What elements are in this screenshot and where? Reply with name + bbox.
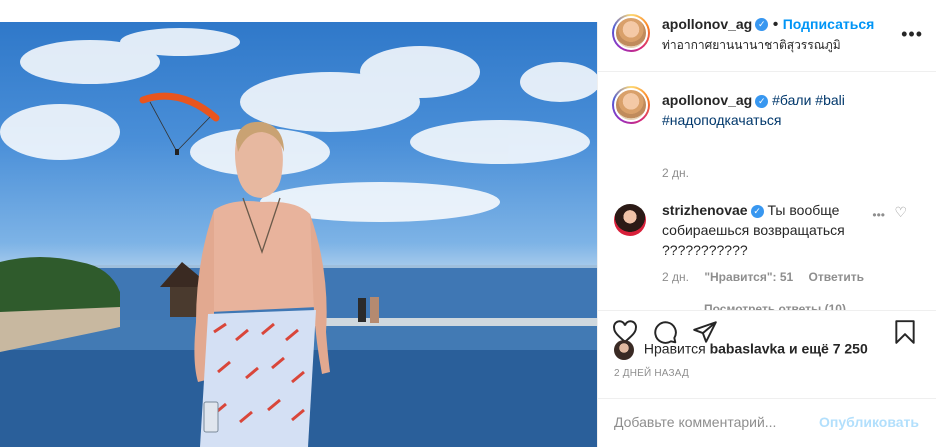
caption-username[interactable]: apollonov_ag bbox=[662, 92, 752, 108]
commenter-username[interactable]: strizhenovae bbox=[662, 202, 748, 218]
comments-section: apollonov_ag ✓ #бали #bali #надоподкачать… bbox=[598, 72, 936, 310]
header-dot-separator: • bbox=[772, 16, 783, 33]
more-options-icon[interactable]: ••• bbox=[901, 24, 923, 45]
comment-item: strizhenovae ✓ Ты вообще собираешься возв… bbox=[662, 200, 862, 260]
comment-meta: 2 дн. "Нравится": 51 Ответить bbox=[662, 270, 864, 284]
post-header: apollonov_ag ✓ • Подписаться ท่าอากาศยานน… bbox=[598, 14, 936, 72]
header-user-row: apollonov_ag ✓ • Подписаться bbox=[662, 16, 874, 34]
post-location[interactable]: ท่าอากาศยานนานาชาติสุวรรณภูมิ bbox=[662, 36, 841, 55]
instagram-post: apollonov_ag ✓ • Подписаться ท่าอากาศยานน… bbox=[0, 14, 936, 448]
post-photo[interactable] bbox=[0, 22, 597, 447]
hashtag-link[interactable]: #bali bbox=[815, 92, 845, 108]
hashtag-link[interactable]: #бали bbox=[772, 92, 811, 108]
comment-input[interactable]: Добавьте комментарий... bbox=[614, 414, 776, 430]
reply-button[interactable]: Ответить bbox=[809, 270, 864, 284]
likes-prefix: Нравится bbox=[643, 340, 706, 357]
photo-illustration bbox=[0, 28, 597, 447]
bookmark-icon[interactable] bbox=[892, 319, 918, 345]
liker-username[interactable]: babaslavka bbox=[710, 341, 786, 357]
verified-badge-icon: ✓ bbox=[755, 94, 769, 108]
comment-time[interactable]: 2 дн. bbox=[662, 270, 689, 284]
post-caption: apollonov_ag ✓ #бали #bali #надоподкачать… bbox=[662, 90, 922, 130]
commenter-avatar[interactable] bbox=[614, 204, 646, 236]
hashtag-link[interactable]: #надоподкачаться bbox=[662, 112, 781, 128]
author-avatar[interactable] bbox=[612, 14, 650, 52]
comment-more-options-icon[interactable]: ••• bbox=[872, 208, 885, 222]
verified-badge-icon: ✓ bbox=[755, 18, 769, 32]
likes-summary: Нравится babaslavka и ещё 7 250 bbox=[614, 340, 868, 360]
publish-button[interactable]: Опубликовать bbox=[819, 414, 919, 430]
caption-time[interactable]: 2 дн. bbox=[662, 166, 689, 180]
verified-badge-icon: ✓ bbox=[750, 204, 764, 218]
comment-likes[interactable]: "Нравится": 51 bbox=[704, 270, 793, 284]
add-comment-bar: Добавьте комментарий... Опубликовать bbox=[598, 398, 936, 448]
post-date[interactable]: 2 ДНЕЙ НАЗАД bbox=[614, 368, 689, 379]
follow-button[interactable]: Подписаться bbox=[783, 16, 875, 32]
author-username[interactable]: apollonov_ag bbox=[662, 16, 752, 32]
view-replies-button[interactable]: Посмотреть ответы (10) bbox=[704, 302, 846, 310]
caption-avatar[interactable] bbox=[612, 86, 650, 124]
post-side-panel: apollonov_ag ✓ • Подписаться ท่าอากาศยานน… bbox=[597, 14, 936, 448]
small-heart-icon[interactable]: ♡ bbox=[894, 204, 907, 221]
liker-avatar[interactable] bbox=[614, 340, 634, 360]
likes-count[interactable]: и ещё 7 250 bbox=[789, 341, 868, 357]
